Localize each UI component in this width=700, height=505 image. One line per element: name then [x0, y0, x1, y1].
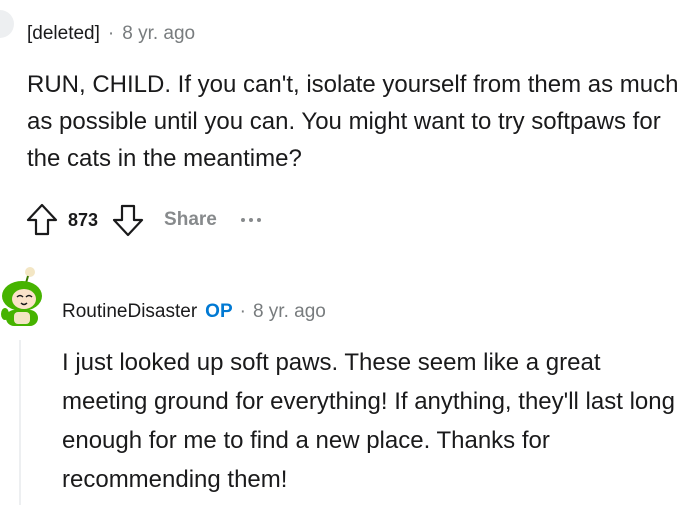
author-name: [deleted] — [27, 23, 100, 44]
arrow-down-icon — [112, 204, 144, 237]
downvote-button[interactable] — [110, 202, 146, 238]
timestamp[interactable]: 8 yr. ago — [122, 23, 195, 45]
comment-meta: [deleted] · 8 yr. ago — [27, 22, 195, 46]
timestamp[interactable]: 8 yr. ago — [253, 301, 326, 323]
arrow-up-icon — [26, 203, 58, 236]
avatar[interactable] — [0, 266, 46, 332]
share-button[interactable]: Share — [164, 209, 217, 231]
comment-body: RUN, CHILD. If you can't, isolate yourse… — [27, 71, 679, 172]
comment-meta: RoutineDisaster OP · 8 yr. ago — [62, 298, 326, 326]
thread-line[interactable] — [19, 340, 21, 505]
author-name[interactable]: RoutineDisaster — [62, 301, 197, 323]
op-badge: OP — [205, 301, 233, 322]
vote-score: 873 — [68, 209, 99, 230]
avatar[interactable] — [0, 10, 14, 38]
upvote-button[interactable] — [24, 202, 60, 238]
meta-separator: · — [107, 23, 115, 44]
more-icon[interactable] — [240, 218, 261, 222]
meta-separator: · — [239, 301, 246, 322]
comment-body: I just looked up soft paws. These seem l… — [62, 349, 675, 493]
comment-actions: 873 Share — [24, 200, 261, 240]
